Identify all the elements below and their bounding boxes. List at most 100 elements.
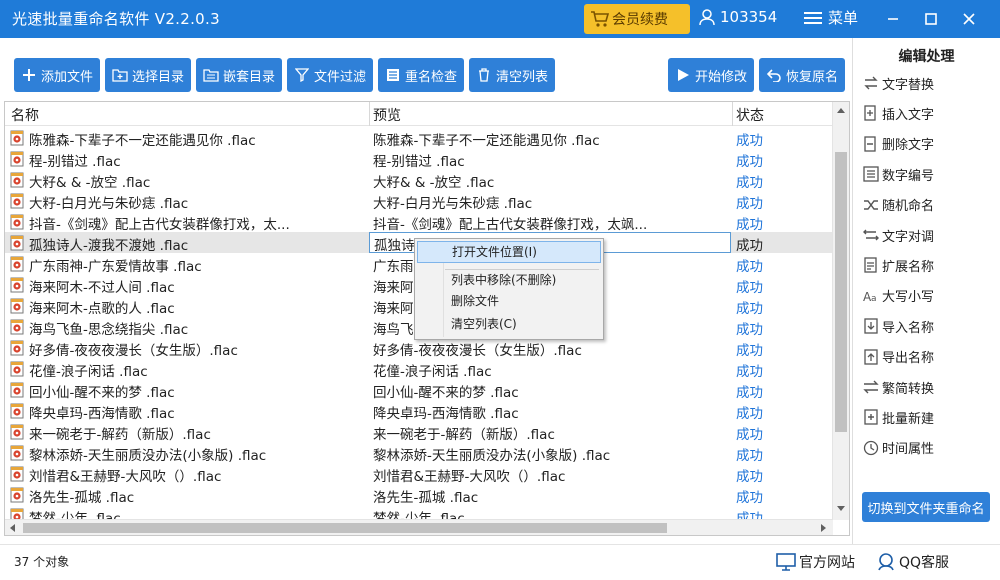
preview-cell: 花僮-浪子闲话 .flac [373,364,492,380]
status-cell: 成功 [736,259,763,275]
exchange-icon [863,227,879,243]
audio-file-icon [10,487,25,503]
scroll-up-arrow[interactable] [837,108,845,113]
audio-file-icon [10,466,25,482]
qq-service-label: QQ客服 [899,555,950,571]
table-row[interactable]: 陈雅森-下辈子不一定还能遇见你 .flac 陈雅森-下辈子不一定还能遇见你 .fl… [5,127,833,149]
table-row[interactable]: 大籽-白月光与朱砂痣 .flac 大籽-白月光与朱砂痣 .flac 成功 [5,190,833,212]
edit-tool-import[interactable]: 导入名称 [863,315,934,337]
file-name-cell: 海来阿木-不过人间 .flac [29,280,175,296]
export-icon [863,348,879,365]
edit-tool-insert[interactable]: 插入文字 [863,102,934,124]
user-account[interactable]: 103354 [698,8,777,26]
start-modify-label: 开始修改 [694,69,747,85]
table-row[interactable]: 好多倩-夜夜夜漫长（女生版）.flac 好多倩-夜夜夜漫长（女生版）.flac 成功 [5,337,833,359]
scroll-right-arrow[interactable] [821,524,826,532]
scroll-down-arrow[interactable] [837,506,845,511]
status-bar: 37 个对象 官方网站 QQ客服 [0,544,1000,580]
monitor-icon [776,553,796,571]
edit-tool-case[interactable]: Aa 大写小写 [863,285,934,307]
edit-tool-shuffle[interactable]: 随机命名 [863,194,934,216]
add-file-button[interactable]: 添加文件 [14,58,100,92]
clock-icon [863,440,879,456]
file-filter-button[interactable]: 文件过滤 [287,58,373,92]
table-row[interactable]: 程-别错过 .flac 程-别错过 .flac 成功 [5,148,833,170]
edit-tool-number[interactable]: 数字编号 [863,163,934,185]
status-cell: 成功 [736,154,763,170]
column-divider[interactable] [369,102,370,126]
insert-icon [863,105,879,122]
header-preview[interactable]: 预览 [373,105,401,125]
maximize-icon [925,13,937,25]
app-title: 光速批量重命名软件 V2.2.0.3 [12,10,220,28]
menu-button[interactable]: 菜单 [804,7,858,28]
audio-file-icon [10,256,25,272]
rename-check-button[interactable]: 重名检查 [378,58,464,92]
table-row[interactable]: 降央卓玛-西海情歌 .flac 降央卓玛-西海情歌 .flac 成功 [5,400,833,422]
nested-dir-label: 嵌套目录 [222,69,275,85]
nested-dir-button[interactable]: 嵌套目录 [196,58,282,92]
file-name-cell: 程-别错过 .flac [29,154,121,170]
edit-tool-batch-new[interactable]: 批量新建 [863,406,934,428]
table-row[interactable]: 黎林添娇-天生丽质没办法(小象版) .flac 黎林添娇-天生丽质没办法(小象版)… [5,442,833,464]
column-divider[interactable] [732,102,733,126]
preview-cell: 大籽-白月光与朱砂痣 .flac [373,196,533,212]
edit-tool-label: 批量新建 [882,411,935,427]
edit-tool-label: 大写小写 [882,290,935,306]
table-header: 名称 预览 状态 [5,102,833,126]
delete-file-item[interactable]: 删除文件 [417,290,601,312]
clear-list-item[interactable]: 清空列表(C) [417,313,601,335]
header-name[interactable]: 名称 [11,105,39,125]
qq-service-link[interactable]: QQ客服 [876,552,949,572]
edit-tool-convert[interactable]: 繁简转换 [863,376,934,398]
status-cell: 成功 [736,217,763,233]
edit-tool-label: 随机命名 [882,199,935,215]
horizontal-scroll-thumb[interactable] [23,523,667,533]
open-file-location-item[interactable]: 打开文件位置(I) [417,241,601,263]
vertical-scrollbar[interactable] [832,102,849,520]
start-modify-button[interactable]: 开始修改 [668,58,754,92]
edit-tool-clock[interactable]: 时间属性 [863,437,934,459]
website-link[interactable]: 官方网站 [776,552,855,572]
table-row[interactable]: 来一碗老于-解药（新版）.flac 来一碗老于-解药（新版）.flac 成功 [5,421,833,443]
edit-tool-extension[interactable]: 扩展名称 [863,254,934,276]
table-row[interactable]: 洛先生-孤城 .flac 洛先生-孤城 .flac 成功 [5,484,833,506]
header-status[interactable]: 状态 [736,105,764,125]
table-row[interactable]: 花僮-浪子闲话 .flac 花僮-浪子闲话 .flac 成功 [5,358,833,380]
edit-tool-label: 插入文字 [882,107,935,123]
table-row[interactable]: 抖音-《剑魂》配上古代女装群像打戏，太... 抖音-《剑魂》配上古代女装群像打戏，… [5,211,833,233]
edit-tool-label: 删除文字 [882,138,935,154]
number-icon [863,166,879,182]
vip-renew-button[interactable]: 会员续费 [584,4,690,34]
status-cell: 成功 [736,343,763,359]
edit-tool-swap[interactable]: 文字替换 [863,72,934,94]
close-button[interactable] [952,0,986,38]
add-file-label: 添加文件 [40,69,93,85]
preview-cell: 回小仙-醒不来的梦 .flac [373,385,519,401]
restore-name-button[interactable]: 恢复原名 [759,58,845,92]
table-row[interactable]: 刘惜君&王赫野-大风吹（）.flac 刘惜君&王赫野-大风吹（）.flac 成功 [5,463,833,485]
switch-folder-rename-button[interactable]: 切换到文件夹重命名 [862,492,990,522]
edit-tool-delete-text[interactable]: 删除文字 [863,133,934,155]
clear-list-button[interactable]: 清空列表 [469,58,555,92]
table-row[interactable]: 大籽& & -放空 .flac 大籽& & -放空 .flac 成功 [5,169,833,191]
minimize-button[interactable] [876,0,910,38]
folder-add-icon [112,67,128,83]
edit-tool-export[interactable]: 导出名称 [863,346,934,368]
file-name-cell: 来一碗老于-解药（新版）.flac [29,427,211,443]
edit-panel-heading: 编辑处理 [898,49,955,65]
audio-file-icon [10,382,25,398]
trash-icon [476,67,492,83]
file-name-cell: 广东雨神-广东爱情故事 .flac [29,259,202,275]
vertical-scroll-thumb[interactable] [835,152,847,432]
edit-tool-exchange[interactable]: 文字对调 [863,224,934,246]
status-cell: 成功 [736,322,763,338]
remove-from-list-item[interactable]: 列表中移除(不删除) [417,269,601,291]
scroll-left-arrow[interactable] [10,524,15,532]
select-dir-button[interactable]: 选择目录 [105,58,191,92]
table-row[interactable]: 回小仙-醒不来的梦 .flac 回小仙-醒不来的梦 .flac 成功 [5,379,833,401]
edit-tool-label: 文字对调 [882,229,935,245]
maximize-button[interactable] [914,0,948,38]
horizontal-scrollbar[interactable] [5,519,833,535]
clear-list-label: 清空列表 [495,69,548,85]
